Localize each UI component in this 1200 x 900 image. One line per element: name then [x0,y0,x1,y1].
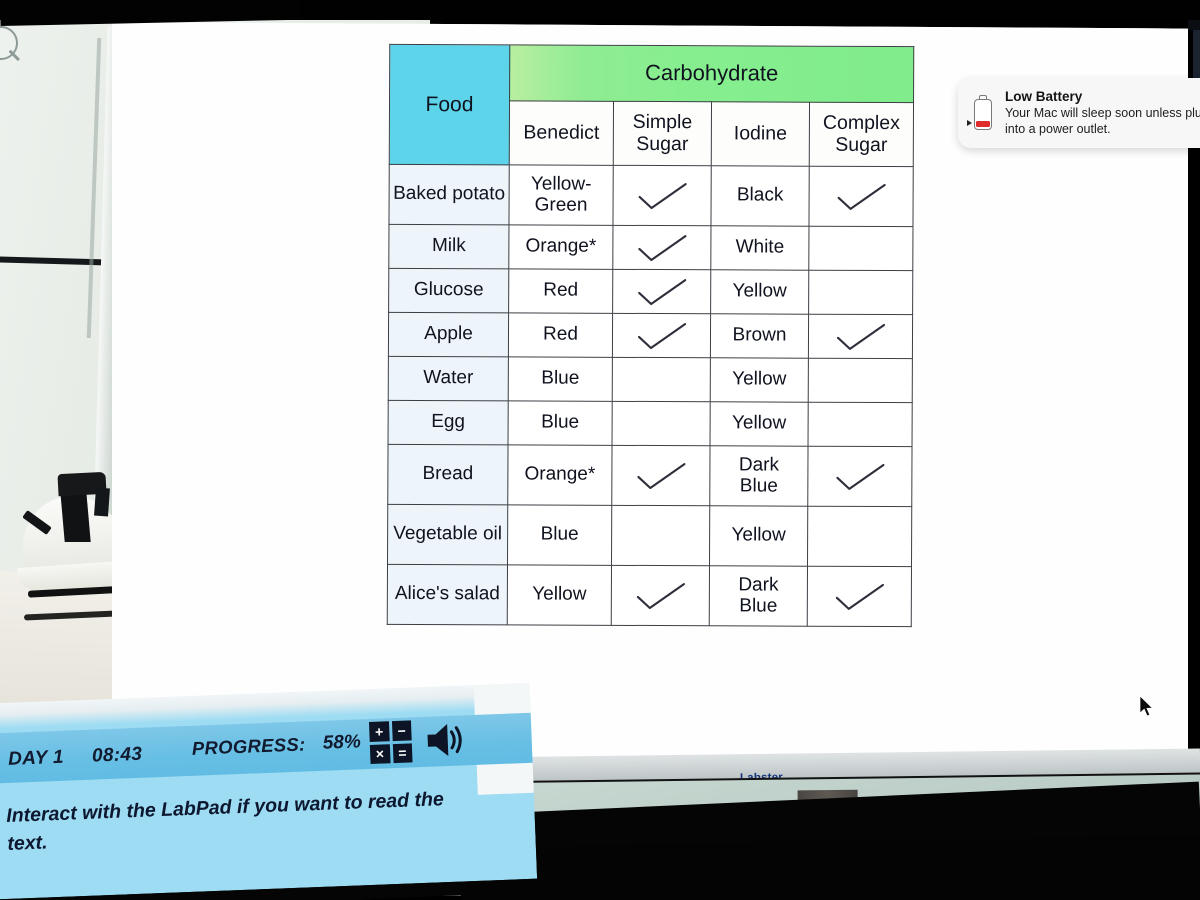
table-row: Vegetable oil Blue Yellow [387,504,912,567]
cell-food: Apple [388,312,509,357]
table-row: Bread Orange* Dark Blue [387,444,913,507]
cell-food: Milk [388,224,509,269]
cell-food: Baked potato [388,164,510,225]
checkmark-icon [835,463,884,490]
checkmark-icon [636,582,685,609]
cell-complex-sugar [808,270,913,315]
cell-complex-sugar [808,402,913,447]
cell-complex-sugar [808,358,913,403]
cell-complex-sugar [808,166,914,227]
hud-time: 08:43 [91,743,143,767]
cell-iodine: Yellow [710,357,809,403]
calculator-key-multiply: × [369,743,391,764]
notification-title: Low Battery [1005,89,1083,105]
cell-food: Water [388,356,509,401]
cell-food: Glucose [388,268,509,313]
screen-photo: Food Carbohydrate Benedict Simple Sugar … [0,0,1200,900]
cell-benedict: Blue [508,400,613,446]
cell-simple-sugar [612,269,711,314]
game-hud: DAY 1 08:43 PROGRESS: 58% + − × = Intera… [0,682,538,900]
header-iodine: Iodine [711,101,810,167]
table-row: Milk Orange* White [388,224,913,271]
notification-text: Low Battery Your Mac will sleep soon unl… [1005,88,1200,138]
cell-iodine: White [710,225,809,271]
battery-low-icon [967,95,994,131]
cell-benedict: Yellow- Green [508,164,614,226]
cell-simple-sugar [612,401,711,446]
cell-complex-sugar [808,314,913,359]
notification-body-line1: Your Mac will sleep soon unless plugged [1005,106,1200,121]
header-food: Food [389,44,510,165]
cell-food: Bread [387,444,509,505]
calculator-key-equals: = [392,742,413,764]
cell-simple-sugar [612,225,711,270]
header-carbohydrate: Carbohydrate [509,44,914,103]
cell-iodine: Dark Blue [709,445,809,507]
cell-benedict: Red [508,268,613,314]
battery-pointer [967,120,972,126]
hud-day-label: DAY 1 [7,746,65,770]
cell-iodine: Yellow [709,505,808,567]
table-body: Baked potato Yellow- Green Black Milk Orange*… [387,164,914,627]
cell-food: Vegetable oil [387,504,508,565]
calculator-icon[interactable]: + − × = [368,720,413,764]
cell-food: Alice's salad [387,564,508,625]
cell-simple-sugar [612,357,711,402]
checkmark-icon [836,323,885,350]
calculator-key-minus: − [391,720,412,741]
table-row: Egg Blue Yellow [388,400,913,447]
notification-body-line2: into a power outlet. [1005,122,1111,137]
cell-iodine: Black [710,165,810,227]
header-simple-sugar: Simple Sugar [613,101,712,166]
checkmark-icon [637,234,686,261]
cell-iodine: Yellow [710,269,809,315]
right-edge-panel [1193,30,1200,82]
cell-benedict: Red [508,312,613,358]
cell-benedict: Orange* [508,224,613,270]
cell-benedict: Blue [507,504,612,566]
checkmark-icon [637,322,686,349]
speaker-icon[interactable] [423,719,467,761]
checkmark-icon [837,183,886,210]
cell-complex-sugar [808,226,913,271]
cell-food: Egg [388,400,509,445]
table-row: Glucose Red Yellow [388,268,913,315]
table-row: Alice's salad Yellow Dark Blue [387,564,912,627]
calculator-key-plus: + [368,721,390,742]
cell-iodine: Brown [710,313,809,359]
hud-progress-value: 58% [322,731,362,754]
table-header-row-group: Food Carbohydrate [389,44,914,165]
header-benedict: Benedict [509,100,614,166]
cell-simple-sugar [611,505,710,566]
cell-complex-sugar [807,446,913,507]
cell-simple-sugar [611,565,710,626]
battery-level-fill [976,121,990,127]
table: Food Carbohydrate Benedict Simple Sugar … [386,43,915,628]
cell-complex-sugar [807,506,912,567]
header-complex-sugar: Complex Sugar [809,102,914,167]
table-row: Baked potato Yellow- Green Black [388,164,914,227]
cell-simple-sugar [612,165,712,226]
cell-iodine: Yellow [710,401,809,447]
cell-benedict: Orange* [507,444,613,506]
faucet-spout [94,487,110,517]
carbohydrate-results-table: Food Carbohydrate Benedict Simple Sugar … [386,43,915,628]
checkmark-icon [637,278,686,305]
cell-simple-sugar [611,445,711,506]
cell-benedict: Yellow [507,564,612,626]
hud-progress-label: PROGRESS: [191,733,306,759]
table-row: Water Blue Yellow [388,356,913,403]
cell-iodine: Dark Blue [709,565,808,627]
checkmark-icon [636,462,685,489]
cell-benedict: Blue [508,356,613,402]
cell-simple-sugar [612,313,711,358]
low-battery-notification[interactable]: Low Battery Your Mac will sleep soon unl… [958,78,1200,148]
checkmark-icon [835,583,884,610]
cell-complex-sugar [807,566,912,627]
table-row: Apple Red Brown [388,312,913,359]
mouse-cursor [1139,696,1154,717]
checkmark-icon [638,182,687,209]
